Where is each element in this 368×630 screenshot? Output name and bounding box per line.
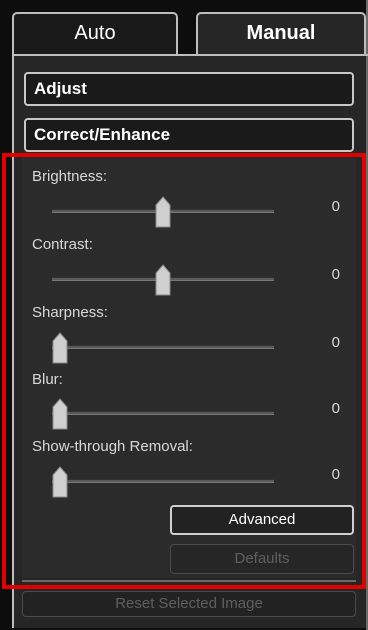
reset-selected-image-button[interactable]: Reset Selected Image (22, 591, 356, 617)
brightness-value: 0 (331, 198, 340, 215)
tab-auto[interactable]: Auto (12, 12, 178, 54)
sharpness-slider-thumb[interactable] (52, 332, 68, 364)
separator (22, 580, 356, 582)
blur-value: 0 (331, 400, 340, 417)
blur-slider-track[interactable] (52, 411, 274, 415)
correct-enhance-section-button[interactable]: Correct/Enhance (24, 118, 354, 152)
defaults-button[interactable]: Defaults (170, 544, 354, 574)
contrast-value: 0 (331, 266, 340, 283)
tab-manual[interactable]: Manual (196, 12, 366, 60)
brightness-label: Brightness: (32, 168, 108, 185)
contrast-label: Contrast: (32, 236, 93, 253)
contrast-slider-thumb[interactable] (155, 264, 171, 296)
advanced-button[interactable]: Advanced (170, 505, 354, 535)
show-through-removal-value: 0 (331, 466, 340, 483)
brightness-slider-thumb[interactable] (155, 196, 171, 228)
manual-adjust-panel: Auto Manual Adjust Correct/Enhance Brigh… (0, 0, 368, 630)
sharpness-value: 0 (331, 334, 340, 351)
show-through-removal-slider-track[interactable] (52, 479, 274, 483)
show-through-removal-label: Show-through Removal: (32, 438, 193, 455)
show-through-removal-slider-thumb[interactable] (52, 466, 68, 498)
blur-slider-thumb[interactable] (52, 398, 68, 430)
adjust-section-button[interactable]: Adjust (24, 72, 354, 106)
sharpness-label: Sharpness: (32, 304, 108, 321)
blur-label: Blur: (32, 371, 63, 388)
sharpness-slider-track[interactable] (52, 345, 274, 349)
